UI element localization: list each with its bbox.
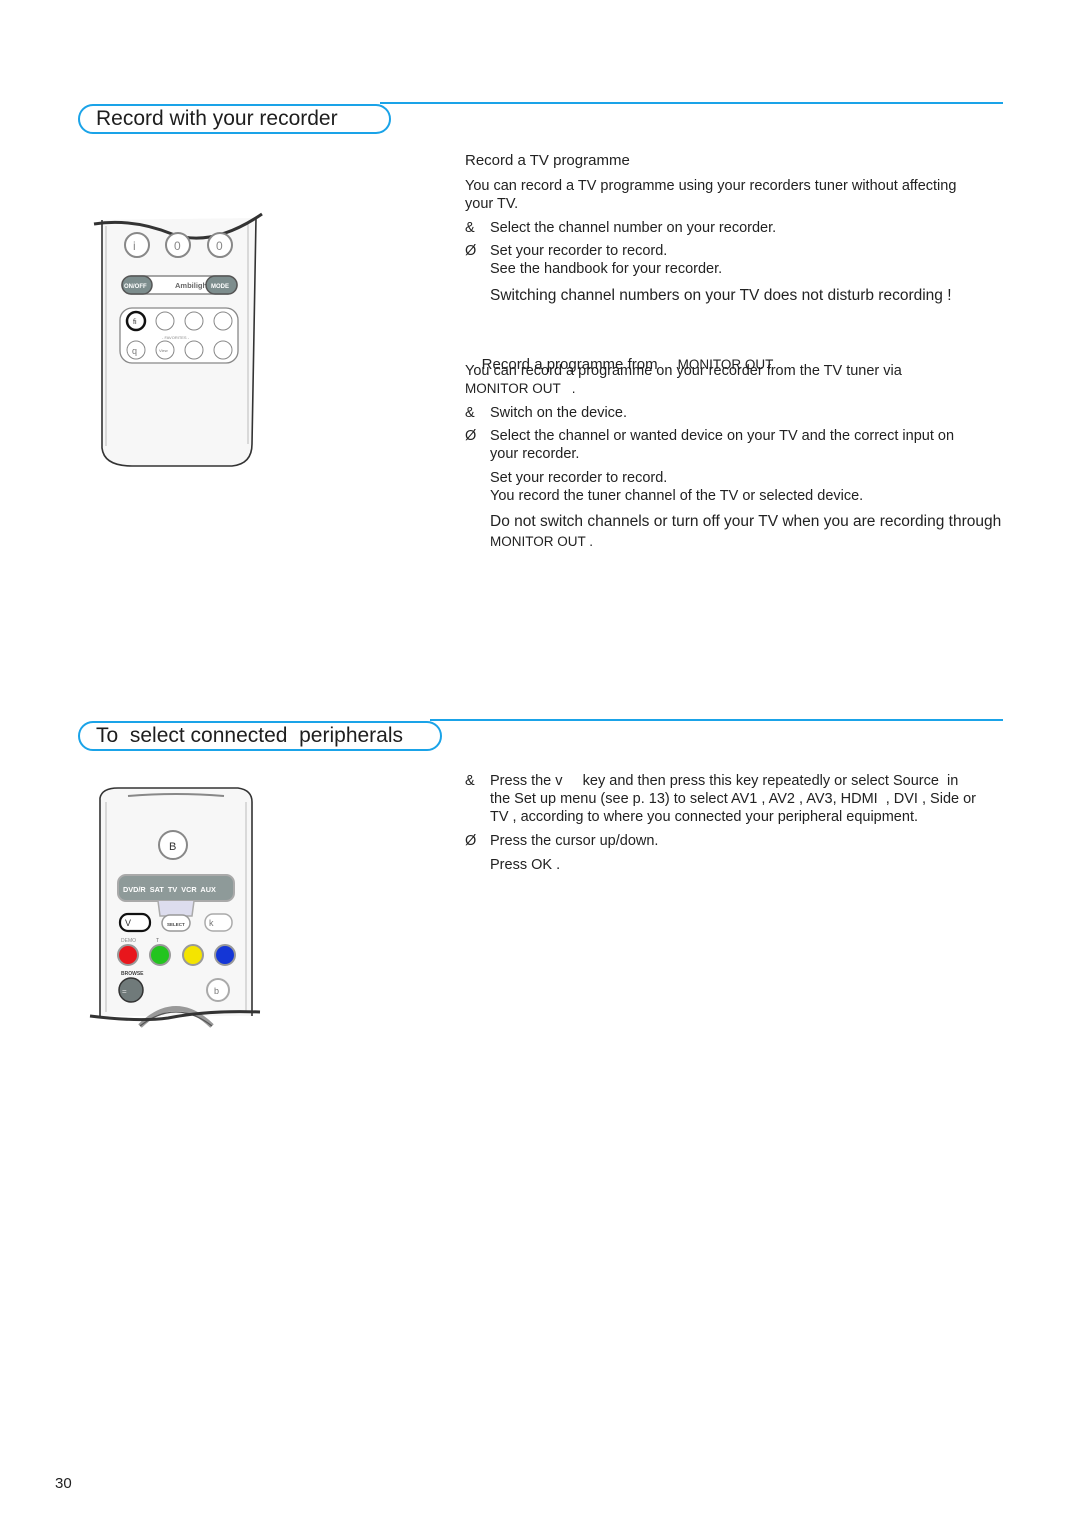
step-text: Select the channel or wanted device on y…: [490, 428, 955, 444]
section-rule-record: [380, 102, 1003, 104]
step-text: You record the tuner channel of the TV o…: [490, 488, 864, 504]
svg-text:T: T: [156, 938, 159, 944]
subheading-record-tv-programme: Record a TV programme: [465, 152, 630, 169]
step-marker: &: [465, 405, 475, 421]
step-marker: Ø: [465, 428, 477, 444]
note-text: Switching channel numbers on your TV doe…: [490, 287, 952, 304]
svg-text:SELECT: SELECT: [167, 922, 185, 927]
select-peripherals-block: & Press the v key and then press this ke…: [465, 772, 1055, 882]
section-title-peripherals: To select connected peripherals: [78, 721, 442, 751]
svg-text:B: B: [169, 841, 176, 853]
step-text: TV , according to where you connected yo…: [490, 809, 918, 825]
step-text: See the handbook for your recorder.: [490, 261, 723, 277]
step-marker: Ø: [465, 833, 477, 849]
svg-text:0: 0: [174, 239, 181, 253]
svg-text:MODE: MODE: [211, 284, 229, 290]
intro-text: You can record a TV programme using your…: [465, 178, 957, 194]
favorites-label: - FAVORITES -: [162, 335, 190, 340]
step-text: Press OK .: [490, 857, 561, 873]
step-marker: &: [465, 220, 475, 236]
demo-label: DEMO: [121, 938, 136, 944]
step-text: Select the channel number on your record…: [490, 220, 777, 236]
section-title-record: Record with your recorder: [78, 104, 391, 134]
remote-control-illustration-source: B DVD/R SAT TV VCR AUX V SELECT k DEMO T…: [89, 787, 261, 1028]
intro-text: You can record a programme on your recor…: [465, 363, 902, 379]
step-text: Press the cursor up/down.: [490, 833, 659, 849]
svg-text:0: 0: [216, 239, 223, 253]
step-marker: Ø: [465, 243, 477, 259]
top-button-0b: 0: [207, 232, 233, 258]
step-marker: &: [465, 773, 475, 789]
note-text: Do not switch channels or turn off your …: [490, 513, 1002, 530]
top-button-i-label: i: [133, 239, 136, 253]
step-text: Switch on the device.: [490, 405, 628, 421]
svg-text:=: =: [122, 987, 127, 996]
browse-label: BROWSE: [121, 971, 144, 977]
svg-text:fi: fi: [133, 319, 137, 326]
yellow-key: [182, 944, 204, 966]
svg-text:b: b: [214, 986, 219, 996]
section-rule-peripherals: [430, 719, 1003, 721]
ambilight-label: Ambilight: [175, 281, 210, 290]
intro-text-cont: MONITOR OUT .: [465, 381, 576, 396]
step-text: the Set up menu (see p. 13) to select AV…: [490, 791, 976, 807]
step-text: your recorder.: [490, 446, 580, 462]
note-text-cont: MONITOR OUT .: [490, 534, 594, 549]
green-key: [149, 944, 171, 966]
svg-text:V: V: [125, 918, 131, 928]
top-button-i: i: [124, 232, 150, 258]
step-text: Press the v key and then press this key …: [490, 773, 959, 789]
step-text: Set your recorder to record.: [490, 243, 668, 259]
intro-text-cont: your TV.: [465, 196, 519, 212]
top-button-0a: 0: [165, 232, 191, 258]
svg-text:View: View: [159, 348, 168, 353]
svg-text:DVD/R SAT TV VCR AUX: DVD/R SAT TV VCR AUX: [123, 885, 216, 894]
record-tv-programme-block: Record a TV programme You can record a T…: [465, 150, 1055, 570]
step-text: Set your recorder to record.: [490, 470, 668, 486]
svg-text:ON/OFF: ON/OFF: [124, 284, 147, 290]
page-number: 30: [55, 1475, 72, 1492]
svg-text:q: q: [132, 346, 137, 356]
svg-text:k: k: [209, 918, 214, 928]
red-key: [117, 944, 139, 966]
remote-control-illustration-ambilight: i 0 0 ON/OFF Ambilight MODE fi - FAVORIT…: [93, 212, 263, 467]
blue-key: [214, 944, 236, 966]
